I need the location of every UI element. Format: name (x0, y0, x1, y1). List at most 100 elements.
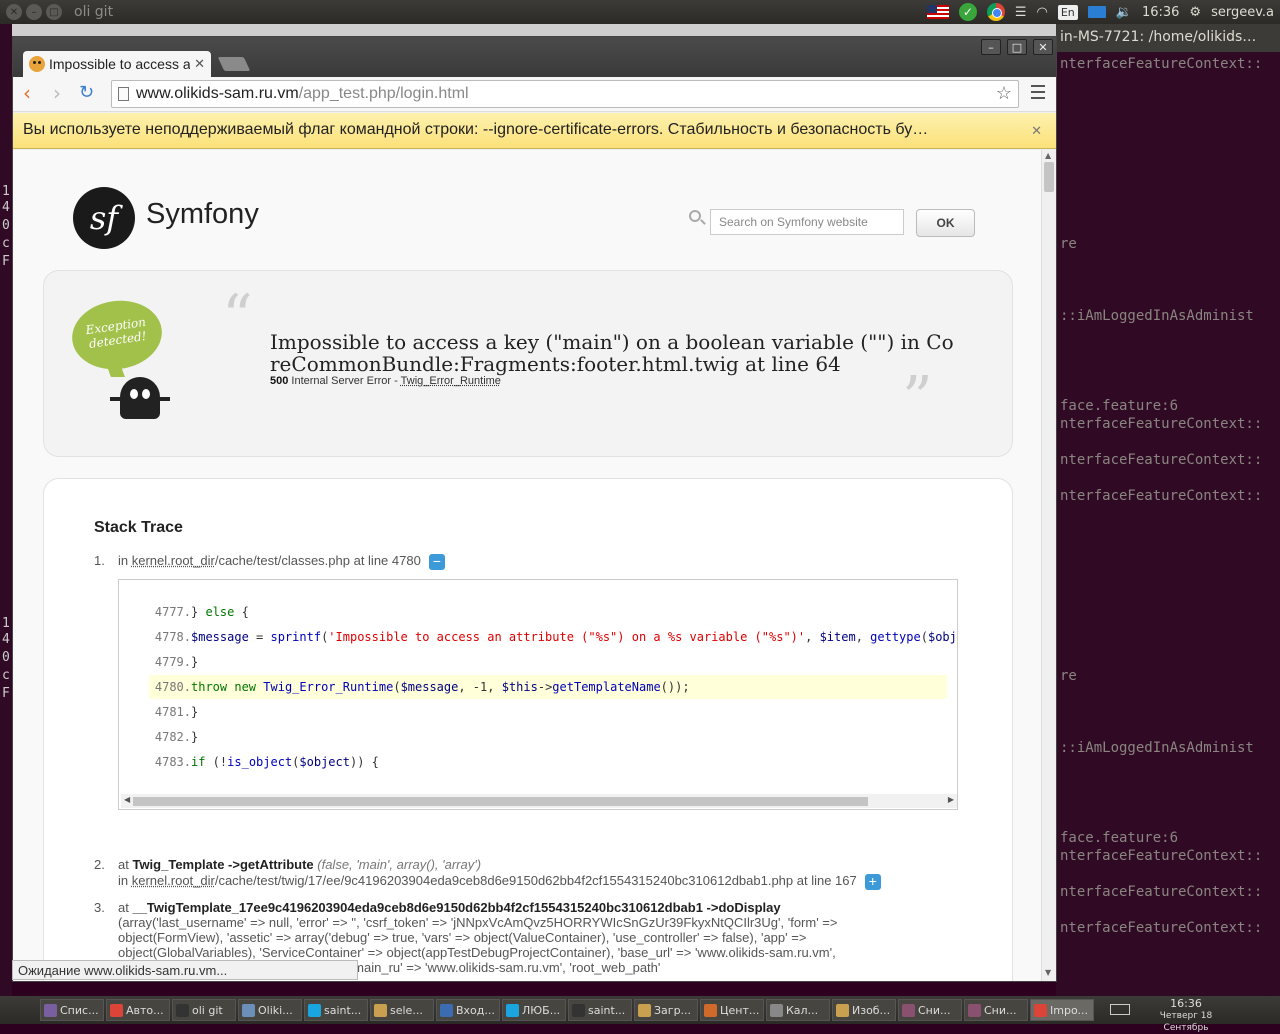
search-input[interactable]: Search on Symfony website (710, 209, 904, 235)
taskbar-item[interactable]: Авто... (106, 999, 170, 1021)
close-icon[interactable]: ✕ (6, 4, 22, 20)
code-text: throw new Twig_Error_Runtime($message, -… (191, 680, 690, 694)
chrome-icon[interactable] (986, 3, 1005, 21)
terminal-line: nterfaceFeatureContext:: (1060, 920, 1263, 936)
terminal-line: nterfaceFeatureContext:: (1060, 488, 1263, 504)
line-number: 4781. (154, 705, 191, 719)
taskbar-item[interactable]: sele... (370, 999, 434, 1021)
taskbar-item[interactable]: saint... (304, 999, 368, 1021)
line-number: 4777. (154, 605, 191, 619)
taskbar-item-label: sele... (390, 1003, 423, 1017)
new-tab-button[interactable] (217, 57, 251, 71)
exception-block: Exception detected! “ Impossible to acce… (43, 270, 1013, 457)
close-quote-icon: ” (902, 364, 933, 434)
address-bar[interactable]: www.olikids-sam.ru.vm/app_test.php/login… (111, 80, 1019, 108)
terminal-line: nterfaceFeatureContext:: (1060, 452, 1263, 468)
code-line: 4778.$message = sprintf('Impossible to a… (149, 625, 957, 649)
symfony-logo[interactable]: sf (73, 187, 135, 249)
menu-lines-icon[interactable]: ☰ (1015, 5, 1027, 20)
scroll-up-icon[interactable]: ▲ (1045, 151, 1051, 160)
clock[interactable]: 16:36 (1142, 5, 1179, 20)
maximize-icon[interactable]: □ (46, 4, 62, 20)
minimize-icon[interactable]: – (26, 4, 42, 20)
browser-window: Impossible to access a ✕ – □ ✕ ‹ › ↻ www… (12, 36, 1057, 982)
taskbar-item[interactable]: Цент... (700, 999, 764, 1021)
app-icon (572, 1003, 585, 1017)
taskbar-item[interactable]: Сни... (898, 999, 962, 1021)
taskbar-item[interactable]: oli git (172, 999, 236, 1021)
window-controls: ✕ – □ (6, 4, 62, 20)
taskbar-item-label: Кал... (786, 1003, 819, 1017)
forward-arrow-icon[interactable]: › (53, 83, 61, 103)
taskbar-item[interactable]: ЛЮБ... (502, 999, 566, 1021)
scroll-down-icon[interactable]: ▼ (1045, 968, 1051, 977)
flag-icon[interactable] (926, 5, 949, 19)
taskbar-item[interactable]: Impo... (1030, 999, 1094, 1021)
tab-close-icon[interactable]: ✕ (194, 56, 205, 72)
taskbar-item-label: Oliki... (258, 1003, 293, 1017)
gear-icon[interactable]: ⚙ (1189, 5, 1201, 20)
window-maximize-button[interactable]: □ (1007, 39, 1027, 55)
app-icon (1034, 1003, 1047, 1017)
app-icon (308, 1003, 321, 1017)
taskbar-item[interactable]: Кал... (766, 999, 830, 1021)
terminal-line: F (2, 686, 10, 701)
scroll-left-icon[interactable]: ◀ (124, 795, 130, 804)
taskbar-clock[interactable]: 16:36 Четверг 18 Сентябрь (1136, 996, 1236, 1034)
terminal-title[interactable]: in-MS-7721: /home/olikids… (1056, 24, 1280, 52)
left-terminal-strip (0, 24, 12, 996)
taskbar-item[interactable]: Спис... (40, 999, 104, 1021)
page-viewport[interactable]: sf Symfony Search on Symfony website OK … (13, 150, 1041, 981)
taskbar-item-label: oli git (192, 1003, 223, 1017)
terminal-line: nterfaceFeatureContext:: (1060, 884, 1263, 900)
brand-name[interactable]: Symfony (146, 198, 259, 231)
root-dir-link[interactable]: kernel.root_dir (132, 873, 215, 888)
app-icon (176, 1003, 189, 1017)
volume-icon[interactable]: 🔉 (1116, 5, 1132, 20)
taskbar-item[interactable]: saint... (568, 999, 632, 1021)
scrollbar-thumb[interactable] (1044, 162, 1054, 192)
horizontal-scrollbar[interactable]: ◀ ▶ (121, 794, 957, 808)
logo-glyph: sf (89, 199, 119, 237)
wifi-icon[interactable]: ◠ (1037, 5, 1048, 20)
top-panel: ✕ – □ oli git ✓ ☰ ◠ En 🔉 16:36 ⚙ sergeev… (0, 0, 1280, 24)
window-minimize-button[interactable]: – (981, 39, 1001, 55)
taskbar-item[interactable]: Загр... (634, 999, 698, 1021)
infobar-close-icon[interactable]: ✕ (1031, 123, 1042, 139)
taskbar-item[interactable]: Изоб... (832, 999, 896, 1021)
expand-toggle-button[interactable]: + (864, 873, 881, 890)
keyboard-icon[interactable] (1110, 1004, 1130, 1015)
window-close-button[interactable]: ✕ (1033, 39, 1053, 55)
scroll-right-icon[interactable]: ▶ (948, 795, 954, 804)
collapse-toggle-button[interactable]: − (428, 553, 445, 570)
back-arrow-icon[interactable]: ‹ (23, 83, 31, 103)
mail-icon[interactable] (1087, 6, 1106, 18)
terminal-line: c (2, 668, 10, 683)
code-snippet: 4777.} else {4778.$message = sprintf('Im… (118, 579, 958, 810)
line-number: 4778. (154, 630, 191, 644)
code-text: if (!is_object($object)) { (191, 755, 379, 769)
reload-icon[interactable]: ↻ (79, 83, 94, 103)
terminal-line: re (1060, 668, 1077, 684)
taskbar-item-label: Impo... (1050, 1003, 1088, 1017)
keyboard-layout-indicator[interactable]: En (1057, 4, 1078, 20)
taskbar-item[interactable]: Oliki... (238, 999, 302, 1021)
user-name[interactable]: sergeev.a (1211, 5, 1274, 20)
tab-active[interactable]: Impossible to access a ✕ (23, 51, 211, 77)
code-line: 4782.} (149, 725, 947, 749)
hamburger-menu-icon[interactable] (1031, 85, 1045, 99)
scrollbar-thumb[interactable] (133, 797, 868, 806)
terminal-line: 1 (2, 184, 10, 199)
taskbar-item[interactable]: Вход... (436, 999, 500, 1021)
app-icon (242, 1003, 255, 1017)
page-icon (118, 87, 129, 101)
check-icon[interactable]: ✓ (958, 3, 977, 21)
vertical-scrollbar[interactable]: ▲ ▼ (1041, 150, 1056, 981)
root-dir-link[interactable]: kernel.root_dir (132, 553, 215, 568)
search-ok-button[interactable]: OK (916, 209, 975, 237)
exception-class[interactable]: Twig_Error_Runtime (401, 375, 501, 387)
taskbar-item[interactable]: Сни... (964, 999, 1028, 1021)
status-text: Internal Server Error - (291, 375, 401, 387)
terminal-line: re (1060, 236, 1077, 252)
bookmark-star-icon[interactable]: ☆ (996, 83, 1012, 104)
